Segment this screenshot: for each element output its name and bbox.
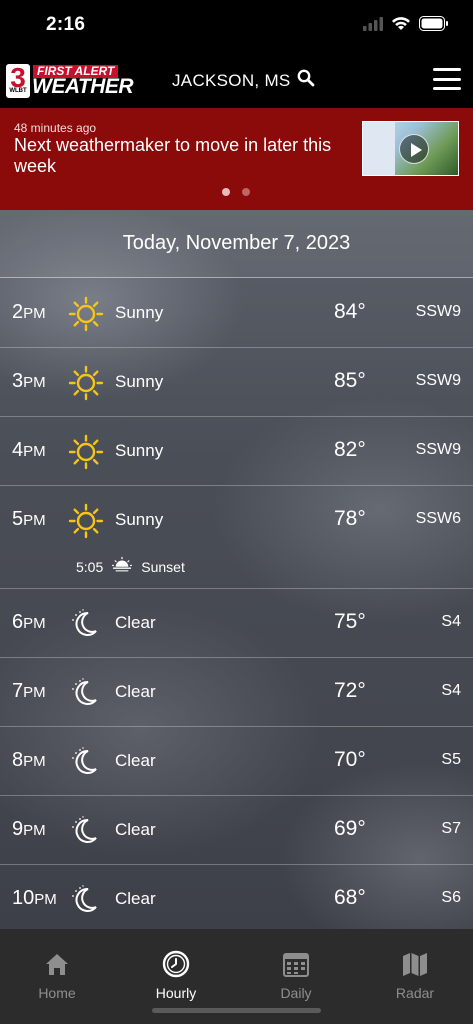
carousel-dots (222, 188, 250, 196)
tab-home[interactable]: Home (0, 949, 116, 1001)
hour-label: 9PM (12, 818, 46, 840)
moon-icon (68, 606, 104, 642)
tab-radar[interactable]: Radar (356, 949, 473, 1001)
status-icons (363, 16, 449, 36)
news-banner[interactable]: 48 minutes ago Next weathermaker to move… (0, 108, 473, 210)
temperature: 84° (334, 300, 366, 323)
logo-weather: WEATHER (32, 75, 134, 98)
temperature: 69° (334, 817, 366, 840)
wind: S4 (441, 613, 461, 630)
home-indicator (152, 1008, 321, 1013)
carousel-dot[interactable] (222, 188, 230, 196)
calendar-icon (281, 949, 311, 982)
sun-icon (68, 296, 104, 332)
temperature: 82° (334, 438, 366, 461)
sun-icon (68, 434, 104, 470)
hamburger-menu-icon[interactable] (433, 68, 461, 90)
temperature: 85° (334, 369, 366, 392)
wind: S4 (441, 682, 461, 699)
wifi-icon (391, 16, 411, 36)
tab-hourly[interactable]: Hourly (117, 949, 235, 1001)
video-thumbnail[interactable] (362, 121, 459, 176)
hour-label: 5PM (12, 508, 46, 530)
hourly-row[interactable]: 4PM Sunny 82° SSW9 (0, 417, 473, 486)
hour-label: 8PM (12, 749, 46, 771)
tab-label: Home (38, 985, 76, 1001)
condition-label: Sunny (115, 372, 164, 391)
hourly-forecast: Today, November 7, 2023 2PM Sunny 84° SS… (0, 210, 473, 929)
carousel-dot[interactable] (242, 188, 250, 196)
condition-label: Sunny (115, 303, 164, 322)
condition-label: Clear (115, 751, 156, 770)
condition-label: Sunny (115, 441, 164, 460)
wind: SSW9 (415, 372, 461, 389)
condition-label: Clear (115, 889, 156, 908)
wind: S6 (441, 889, 461, 906)
sunset-label: Sunset (141, 558, 185, 575)
hourly-row[interactable]: 9PM Clear 69° S7 (0, 796, 473, 865)
condition-label: Clear (115, 613, 156, 632)
hour-label: 6PM (12, 611, 46, 633)
search-icon[interactable] (297, 69, 315, 92)
sunset-time: 5:05 (76, 558, 104, 575)
hourly-row[interactable]: 8PM Clear 70° S5 (0, 727, 473, 796)
map-icon (400, 949, 430, 982)
condition-label: Clear (115, 682, 156, 701)
condition-label: Clear (115, 820, 156, 839)
moon-icon (68, 744, 104, 780)
tab-label: Radar (395, 985, 435, 1001)
location-label: JACKSON, MS (172, 70, 291, 90)
tab-label: Daily (280, 985, 312, 1001)
banner-timestamp: 48 minutes ago (14, 121, 97, 135)
moon-icon (68, 813, 104, 849)
temperature: 75° (334, 610, 366, 633)
wind: S7 (441, 820, 461, 837)
temperature: 70° (334, 748, 366, 771)
logo-station: WLBT (9, 88, 27, 94)
hourly-row[interactable]: 3PM Sunny 85° SSW9 (0, 348, 473, 417)
status-bar: 2:16 (0, 0, 473, 52)
location-selector[interactable]: JACKSON, MS (172, 69, 315, 92)
wind: SSW9 (415, 441, 461, 458)
wind: S5 (441, 751, 461, 768)
hourly-row[interactable]: 6PM Clear 75° S4 (0, 589, 473, 658)
wind: SSW9 (415, 303, 461, 320)
wind: SSW6 (415, 510, 461, 527)
moon-icon (68, 882, 104, 918)
temperature: 68° (334, 886, 366, 909)
temperature: 72° (334, 679, 366, 702)
sun-icon (68, 503, 104, 539)
app-header: 3 WLBT FIRST ALERT WEATHER JACKSON, MS (0, 52, 473, 108)
hour-label: 7PM (12, 680, 46, 702)
banner-headline[interactable]: Next weathermaker to move in later this … (14, 135, 344, 177)
hourly-row[interactable]: 7PM Clear 72° S4 (0, 658, 473, 727)
moon-icon (68, 675, 104, 711)
hourly-row[interactable]: 2PM Sunny 84° SSW9 (0, 279, 473, 348)
tab-label: Hourly (155, 985, 197, 1001)
battery-icon (419, 16, 449, 36)
hourly-list[interactable]: 2PM Sunny 84° SSW9 3PM Sunny 85° SSW9 4P… (0, 279, 473, 929)
sunset-icon (111, 556, 133, 577)
hour-label: 4PM (12, 439, 46, 461)
hour-label: 3PM (12, 370, 46, 392)
status-time: 2:16 (46, 14, 86, 35)
tab-bar: Home Hourly Daily Radar (0, 929, 473, 1024)
sunset-event: 5:05 Sunset (76, 556, 185, 577)
hourly-row[interactable]: 10PM Clear 68° S6 (0, 865, 473, 929)
condition-label: Sunny (115, 510, 164, 529)
home-icon (42, 949, 72, 982)
tab-daily[interactable]: Daily (237, 949, 355, 1001)
forecast-date: Today, November 7, 2023 (0, 210, 473, 278)
play-icon[interactable] (399, 134, 429, 164)
signal-icon (363, 16, 383, 36)
station-logo[interactable]: 3 WLBT FIRST ALERT WEATHER (6, 64, 134, 98)
hour-label: 10PM (12, 887, 57, 909)
hourly-row[interactable]: 5PM Sunny 78° SSW6 5:05 Sunset (0, 486, 473, 589)
hour-label: 2PM (12, 301, 46, 323)
sun-icon (68, 365, 104, 401)
temperature: 78° (334, 507, 366, 530)
clock-icon (161, 949, 191, 982)
